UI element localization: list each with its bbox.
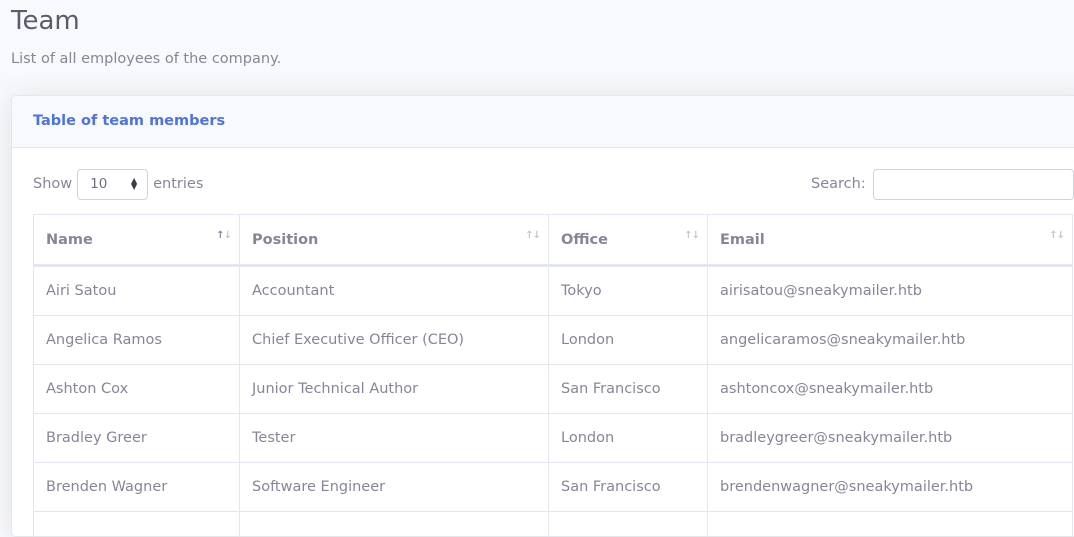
column-header-label: Name xyxy=(46,232,93,248)
cell-email: angelicaramos@sneakymailer.htb xyxy=(708,316,1073,365)
cell-office xyxy=(549,512,708,537)
cell-name xyxy=(34,512,240,537)
cell-name: Airi Satou xyxy=(34,266,240,316)
cell-name: Ashton Cox xyxy=(34,365,240,414)
page-subtitle: List of all employees of the company. xyxy=(11,49,281,69)
cell-email: ashtoncox@sneakymailer.htb xyxy=(708,365,1073,414)
table-row: Angelica Ramos Chief Executive Officer (… xyxy=(34,316,1073,365)
cell-office: San Francisco xyxy=(549,463,708,512)
entries-label: entries xyxy=(153,176,203,192)
cell-position: Tester xyxy=(240,414,549,463)
entries-length-value: 10 xyxy=(90,176,107,192)
team-table: Name ↑↓ Position ↑↓ Office ↑↓ Email ↑↓ Airi … xyxy=(33,214,1073,537)
sort-arrows-icon: ↑↓ xyxy=(684,230,699,242)
cell-office: London xyxy=(549,414,708,463)
cell-position: Junior Technical Author xyxy=(240,365,549,414)
cell-email: brendenwagner@sneakymailer.htb xyxy=(708,463,1073,512)
sort-arrows-icon: ↑↓ xyxy=(525,230,540,242)
search-input[interactable] xyxy=(873,169,1074,200)
table-row: Brenden Wagner Software Engineer San Fra… xyxy=(34,463,1073,512)
cell-name: Angelica Ramos xyxy=(34,316,240,365)
column-header-office[interactable]: Office ↑↓ xyxy=(549,215,708,266)
cell-office: London xyxy=(549,316,708,365)
cell-position: Accountant xyxy=(240,266,549,316)
cell-office: Tokyo xyxy=(549,266,708,316)
table-row: Bradley Greer Tester London bradleygreer… xyxy=(34,414,1073,463)
page-title: Team xyxy=(11,4,80,38)
search-label: Search: xyxy=(811,176,866,192)
table-row xyxy=(34,512,1073,537)
cell-position: Chief Executive Officer (CEO) xyxy=(240,316,549,365)
column-header-name[interactable]: Name ↑↓ xyxy=(34,215,240,266)
select-updown-icon: ▲▼ xyxy=(131,178,137,190)
card-title: Table of team members xyxy=(33,111,225,131)
cell-position xyxy=(240,512,549,537)
sort-arrows-icon: ↑↓ xyxy=(216,230,231,242)
cell-name: Bradley Greer xyxy=(34,414,240,463)
column-header-label: Position xyxy=(252,232,318,248)
table-header-row: Name ↑↓ Position ↑↓ Office ↑↓ Email ↑↓ xyxy=(34,215,1073,266)
cell-office: San Francisco xyxy=(549,365,708,414)
table-row: Ashton Cox Junior Technical Author San F… xyxy=(34,365,1073,414)
card-header: Table of team members xyxy=(12,96,1074,148)
cell-email: bradleygreer@sneakymailer.htb xyxy=(708,414,1073,463)
entries-length-control: Show 10 ▲▼ entries xyxy=(33,168,203,200)
column-header-label: Email xyxy=(720,232,765,248)
column-header-label: Office xyxy=(561,232,608,248)
table-row: Airi Satou Accountant Tokyo airisatou@sn… xyxy=(34,266,1073,316)
column-header-position[interactable]: Position ↑↓ xyxy=(240,215,549,266)
team-card: Table of team members Show 10 ▲▼ entries… xyxy=(11,95,1074,537)
column-header-email[interactable]: Email ↑↓ xyxy=(708,215,1073,266)
entries-length-select[interactable]: 10 ▲▼ xyxy=(77,169,148,200)
cell-name: Brenden Wagner xyxy=(34,463,240,512)
cell-email: airisatou@sneakymailer.htb xyxy=(708,266,1073,316)
cell-position: Software Engineer xyxy=(240,463,549,512)
cell-email xyxy=(708,512,1073,537)
search-control: Search: xyxy=(811,168,1074,200)
sort-arrows-icon: ↑↓ xyxy=(1049,230,1064,242)
show-label: Show xyxy=(33,176,72,192)
